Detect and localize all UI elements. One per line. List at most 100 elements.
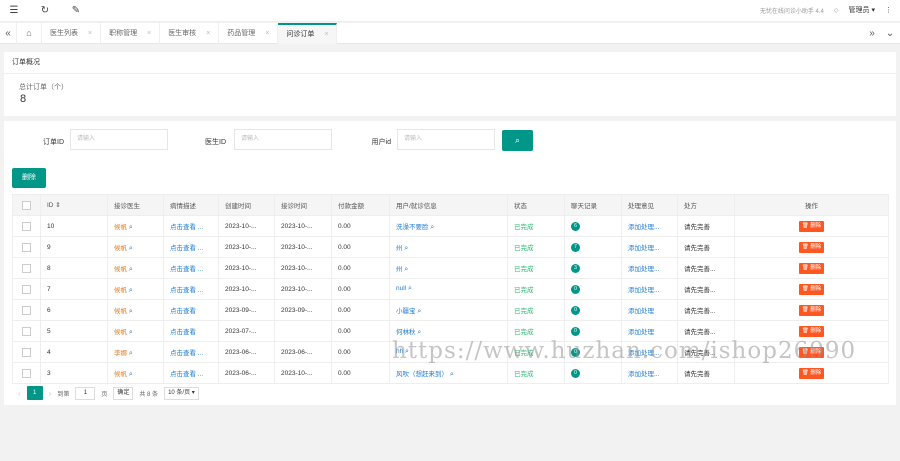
advice-link[interactable]: 添加处理...	[621, 362, 678, 384]
chat-count-badge[interactable]: 0	[564, 299, 622, 321]
page-unit-label: 页	[101, 391, 108, 398]
search-button[interactable]: ⌕	[502, 130, 533, 151]
row-checkbox[interactable]	[12, 362, 41, 384]
search-icon: ⌕	[128, 244, 133, 252]
user-link[interactable]: 州 ⌕	[389, 257, 508, 279]
order-id: 3	[40, 362, 108, 384]
row-delete-button[interactable]: 🗑 删除	[734, 257, 889, 279]
row-delete-button[interactable]: 🗑 删除	[734, 278, 889, 300]
user-id-input[interactable]: 请输入	[397, 129, 495, 150]
user-link[interactable]: null ⌕	[389, 278, 508, 300]
row-checkbox[interactable]	[12, 341, 41, 363]
tab-scroll-left-icon[interactable]: «	[0, 23, 16, 44]
col-id[interactable]: ID ⇕	[40, 194, 108, 216]
tab-consult-orders[interactable]: 问诊订单 ×	[278, 23, 338, 44]
row-checkbox[interactable]	[12, 299, 41, 321]
col-chats: 聊天记录	[564, 194, 622, 216]
row-checkbox[interactable]	[12, 215, 41, 237]
tab-title-management[interactable]: 职称管理 ×	[101, 23, 161, 44]
row-checkbox[interactable]	[12, 257, 41, 279]
desc-link[interactable]: 点击查看 ...	[163, 236, 219, 258]
total-orders-label: 总计订单（个）	[19, 84, 68, 91]
close-icon[interactable]: ×	[206, 23, 210, 44]
desc-link[interactable]: 点击查看	[163, 320, 219, 342]
desc-link[interactable]: 点击查看 ...	[163, 257, 219, 279]
created-time: 2023-09-...	[218, 299, 275, 321]
tab-scroll-right-icon[interactable]: »	[864, 23, 880, 44]
row-checkbox[interactable]	[12, 320, 41, 342]
chat-count-badge[interactable]: 0	[564, 278, 622, 300]
col-received: 接诊时间	[274, 194, 332, 216]
row-delete-button[interactable]: 🗑 删除	[734, 236, 889, 258]
tag-icon[interactable]: ◇	[834, 7, 839, 14]
doctor-link[interactable]: 候帆 ⌕	[107, 320, 164, 342]
doctor-link[interactable]: 候帆 ⌕	[107, 257, 164, 279]
row-delete-button[interactable]: 🗑 删除	[734, 299, 889, 321]
home-tab-icon[interactable]: ⌂	[16, 23, 42, 44]
next-page-icon[interactable]: ›	[49, 389, 52, 398]
advice-link[interactable]: 添加处理	[621, 299, 678, 321]
close-icon[interactable]: ×	[147, 23, 151, 44]
doctor-id-input[interactable]: 请输入	[234, 129, 332, 150]
doctor-link[interactable]: 候帆 ⌕	[107, 299, 164, 321]
desc-link[interactable]: 点击查看 ...	[163, 215, 219, 237]
prev-page-icon[interactable]: ‹	[18, 389, 21, 398]
tab-drug-management[interactable]: 药品管理 ×	[219, 23, 279, 44]
refresh-icon[interactable]: ↻	[39, 5, 51, 17]
close-icon[interactable]: ×	[88, 23, 92, 44]
select-all-checkbox[interactable]	[12, 194, 41, 216]
page-size-select[interactable]: 10 条/页 ▾	[164, 386, 199, 400]
user-link[interactable]: 小疆宝 ⌕	[389, 299, 508, 321]
goto-confirm-button[interactable]: 确定	[113, 386, 134, 400]
advice-link[interactable]: 添加处理...	[621, 215, 678, 237]
tab-doctor-review[interactable]: 医生审核 ×	[160, 23, 220, 44]
tab-menu-icon[interactable]: ⌄	[882, 23, 898, 44]
chat-count-badge[interactable]: 7	[564, 236, 622, 258]
desc-link[interactable]: 点击查看 ...	[163, 278, 219, 300]
desc-link[interactable]: 点击查看 ...	[163, 341, 219, 363]
received-time: 2023-10-...	[274, 257, 332, 279]
advice-link[interactable]: 添加处理...	[621, 278, 678, 300]
page-1-button[interactable]: 1	[26, 386, 43, 400]
desc-link[interactable]: 点击查看 ...	[163, 362, 219, 384]
order-id: 9	[40, 236, 108, 258]
chat-count-badge[interactable]: 0	[564, 362, 622, 384]
chat-count-badge[interactable]: 3	[564, 257, 622, 279]
user-link[interactable]: 风吹（想赶来到） ⌕	[389, 362, 508, 384]
tab-doctor-list[interactable]: 医生列表 ×	[42, 23, 102, 44]
goto-page-input[interactable]: 1	[75, 386, 96, 400]
row-checkbox[interactable]	[12, 236, 41, 258]
doctor-id-label: 医生ID	[205, 139, 226, 146]
user-link[interactable]: 洗澡不要脸 ⌕	[389, 215, 508, 237]
close-icon[interactable]: ×	[265, 23, 269, 44]
row-delete-button[interactable]: 🗑 删除	[734, 215, 889, 237]
doctor-link[interactable]: 候帆 ⌕	[107, 215, 164, 237]
col-advice: 处理意见	[621, 194, 678, 216]
desc-link[interactable]: 点击查看	[163, 299, 219, 321]
chat-count-badge[interactable]: 6	[564, 215, 622, 237]
menu-icon[interactable]: ☰	[8, 5, 20, 17]
status-text: 已完成	[507, 278, 565, 300]
search-icon: ⌕	[407, 285, 412, 292]
rx-text: 请先完善...	[677, 257, 735, 279]
brush-icon[interactable]: ✎	[70, 5, 82, 17]
advice-link[interactable]: 添加处理...	[621, 236, 678, 258]
admin-menu[interactable]: 管理员 ▾	[849, 5, 875, 15]
status-text: 已完成	[507, 362, 565, 384]
doctor-link[interactable]: 候帆 ⌕	[107, 278, 164, 300]
doctor-link[interactable]: 李娜 ⌕	[107, 341, 164, 363]
doctor-link[interactable]: 候帆 ⌕	[107, 236, 164, 258]
more-icon[interactable]: ⋮	[885, 6, 892, 14]
search-icon: ⌕	[128, 349, 133, 357]
row-checkbox[interactable]	[12, 278, 41, 300]
pagination: ‹ 1 › 到第 1 页 确定 共 8 条 10 条/页 ▾	[18, 386, 199, 400]
received-time: 2023-10-...	[274, 215, 332, 237]
order-id-input[interactable]: 请输入	[70, 129, 168, 150]
order-id: 7	[40, 278, 108, 300]
batch-delete-button[interactable]: 删除	[12, 168, 46, 188]
close-icon[interactable]: ×	[324, 25, 328, 44]
row-delete-button[interactable]: 🗑 删除	[734, 362, 889, 384]
advice-link[interactable]: 添加处理...	[621, 257, 678, 279]
doctor-link[interactable]: 候帆 ⌕	[107, 362, 164, 384]
user-link[interactable]: 州 ⌕	[389, 236, 508, 258]
